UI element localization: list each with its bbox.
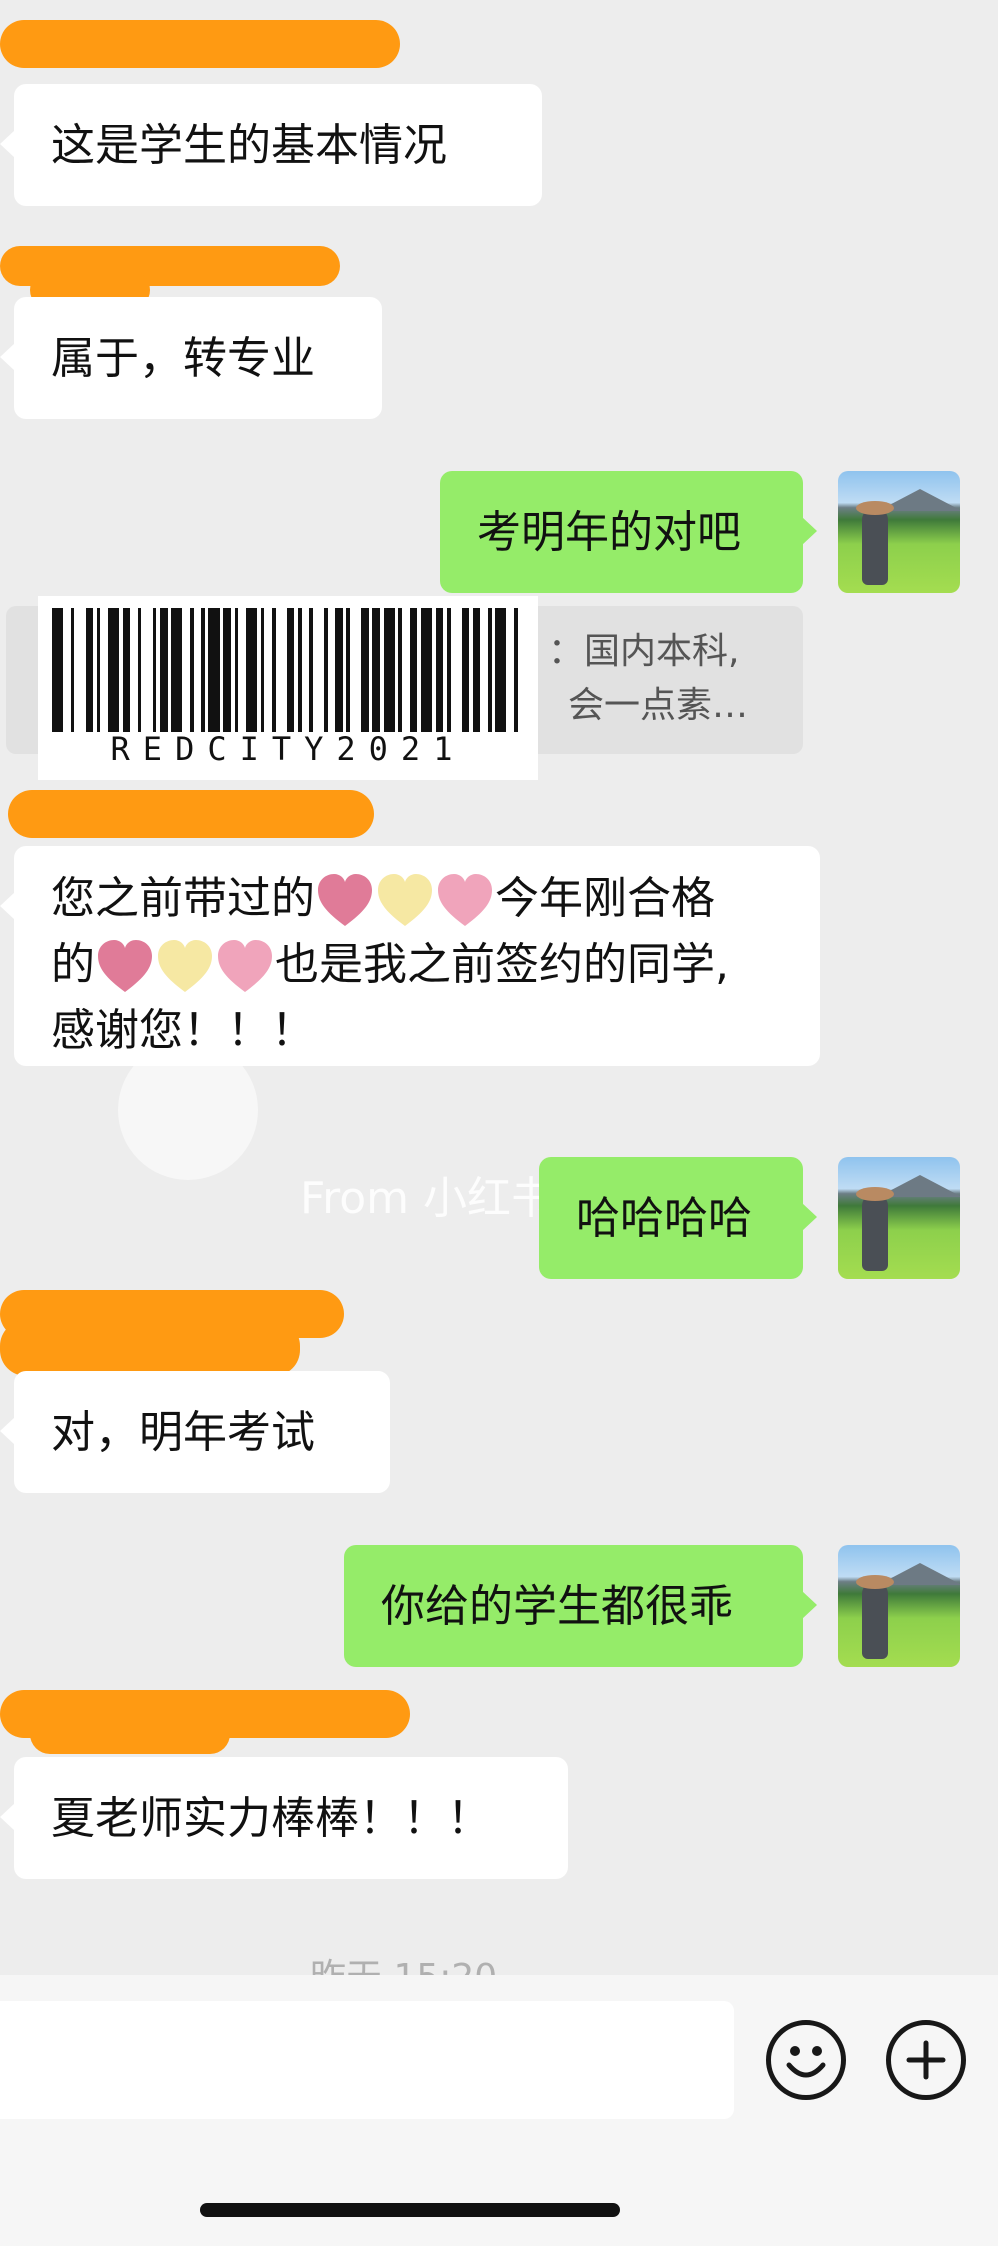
user-avatar[interactable] <box>838 471 960 593</box>
message-bubble-incoming[interactable]: 您之前带过的 今年刚合格 的 也是我之前签约的同学, 感谢您！！！ <box>0 846 820 1066</box>
barcode-bar <box>312 608 324 732</box>
barcode-bar <box>100 608 108 732</box>
barcode-bar <box>420 608 432 732</box>
message-text: 夏老师实力棒棒！！！ <box>51 1793 491 1844</box>
person-icon <box>862 507 888 585</box>
message-text: 属于，转专业 <box>51 333 315 384</box>
barcode-bar <box>350 608 362 732</box>
message-bubble-outgoing[interactable]: 你给的学生都很乖 <box>344 1545 817 1667</box>
heart-sticker-icon <box>376 872 434 930</box>
barcode-bar <box>409 608 418 732</box>
message-text: 也是我之前签约的同学, <box>275 939 729 990</box>
message-text: 你给的学生都很乖 <box>381 1581 733 1632</box>
barcode-bar <box>461 608 470 732</box>
barcode-bar <box>130 608 138 732</box>
barcode-bar <box>141 608 153 732</box>
message-text: 考明年的对吧 <box>477 507 741 558</box>
message-bubble-incoming[interactable]: 对，明年考试 <box>0 1371 390 1493</box>
watermark-source: From 小红书 <box>300 1173 555 1224</box>
barcode-bars <box>52 608 526 732</box>
barcode-bar <box>85 608 93 732</box>
barcode-bar <box>208 608 220 732</box>
user-avatar[interactable] <box>838 1545 960 1667</box>
barcode-bar <box>301 608 310 732</box>
barcode-bar <box>245 608 257 732</box>
barcode-bar <box>171 608 183 732</box>
message-input[interactable] <box>0 2001 734 2119</box>
barcode-bar <box>435 608 444 732</box>
barcode-bar <box>335 608 343 732</box>
message-text: 对，明年考试 <box>51 1407 315 1458</box>
message-text: 哈哈哈哈 <box>576 1193 752 1244</box>
barcode-bar <box>495 608 507 732</box>
barcode-sticker: REDCITY2021 <box>38 596 538 780</box>
barcode-bar <box>450 608 462 732</box>
message-bubble-incoming[interactable]: 属于，转专业 <box>0 297 382 419</box>
barcode-bar <box>327 608 336 732</box>
message-line: 感谢您！！！ <box>51 998 783 1064</box>
hat-icon <box>856 1187 894 1201</box>
barcode-bar <box>160 608 168 732</box>
redacted-sender-name <box>0 1320 300 1376</box>
message-line: 您之前带过的 今年刚合格 <box>51 866 783 932</box>
chat-area[interactable]: 这是学生的基本情况 属于，转专业 考明年的对吧 ：国内本科, 会一点素… RED… <box>0 0 998 1978</box>
barcode-bar <box>122 608 131 732</box>
barcode-bar <box>480 608 488 732</box>
barcode-bar <box>223 608 231 732</box>
barcode-bar <box>74 608 86 732</box>
barcode-label: REDCITY2021 <box>110 730 466 768</box>
redacted-sender-name <box>0 20 400 68</box>
barcode-bar <box>63 608 71 732</box>
message-line: 的 也是我之前签约的同学, <box>51 932 783 998</box>
barcode-bar <box>372 608 380 732</box>
heart-sticker-icon <box>156 938 214 996</box>
home-indicator[interactable] <box>200 2203 620 2217</box>
person-icon <box>862 1581 888 1659</box>
message-bubble-outgoing[interactable]: 哈哈哈哈 <box>539 1157 817 1279</box>
person-icon <box>862 1193 888 1271</box>
barcode-bar <box>472 608 481 732</box>
barcode-bar <box>193 608 202 732</box>
plus-circle-icon[interactable] <box>886 2020 966 2100</box>
message-text: 今年刚合格 <box>495 873 715 924</box>
message-text: 您之前带过的 <box>51 873 315 924</box>
heart-sticker-icon <box>436 872 494 930</box>
message-text: 感谢您！！！ <box>51 1005 315 1056</box>
barcode-bar <box>182 608 190 732</box>
barcode-bar <box>506 608 514 732</box>
hat-icon <box>856 1575 894 1589</box>
hat-icon <box>856 501 894 515</box>
barcode-bar <box>52 608 64 732</box>
message-bubble-incoming[interactable]: 这是学生的基本情况 <box>0 84 542 206</box>
barcode-bar <box>275 608 287 732</box>
heart-sticker-icon <box>96 938 154 996</box>
barcode-bar <box>238 608 246 732</box>
heart-sticker-icon <box>216 938 274 996</box>
message-bubble-incoming[interactable]: 夏老师实力棒棒！！！ <box>0 1757 568 1879</box>
heart-sticker-icon <box>316 872 374 930</box>
quoted-text: ：国内本科, <box>548 631 740 672</box>
barcode-bar <box>264 608 272 732</box>
redacted-sender-name <box>30 1714 230 1754</box>
smiley-face-icon[interactable] <box>766 2020 846 2100</box>
barcode-bar <box>517 608 526 732</box>
barcode-bar <box>107 608 120 732</box>
barcode-bar <box>361 608 369 732</box>
quoted-text: 会一点素… <box>568 685 749 726</box>
user-avatar[interactable] <box>838 1157 960 1279</box>
barcode-bar <box>383 608 395 732</box>
message-text: 的 <box>51 939 95 990</box>
message-text: 这是学生的基本情况 <box>51 120 447 171</box>
redacted-sender-name <box>8 790 374 838</box>
barcode-bar <box>402 608 410 732</box>
message-bubble-outgoing[interactable]: 考明年的对吧 <box>440 471 817 593</box>
barcode-bar <box>286 608 295 732</box>
